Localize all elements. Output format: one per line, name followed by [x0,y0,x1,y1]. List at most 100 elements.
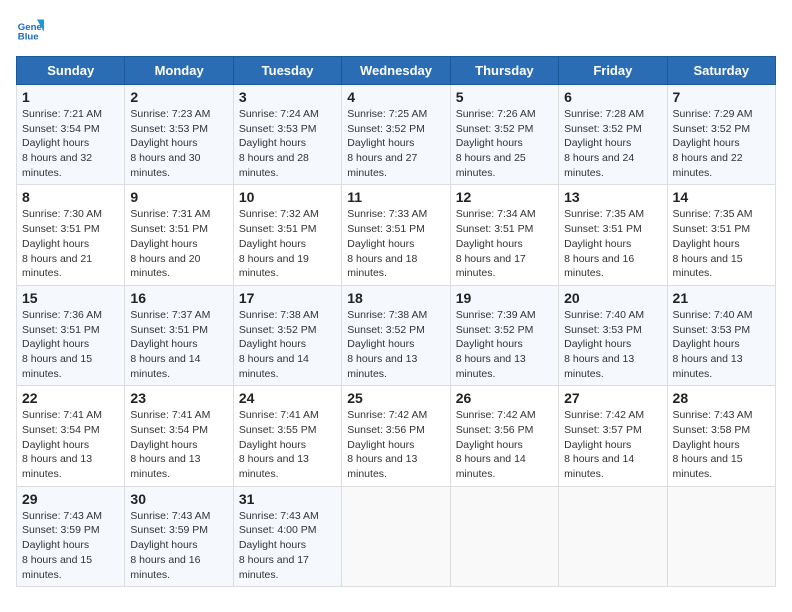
calendar-cell: 1 Sunrise: 7:21 AMSunset: 3:54 PMDayligh… [17,85,125,185]
col-header-tuesday: Tuesday [233,57,341,85]
calendar-cell: 31 Sunrise: 7:43 AMSunset: 4:00 PMDaylig… [233,486,341,586]
calendar-row: 8 Sunrise: 7:30 AMSunset: 3:51 PMDayligh… [17,185,776,285]
day-info: Sunrise: 7:42 AMSunset: 3:57 PMDaylight … [564,409,644,480]
calendar-cell: 21 Sunrise: 7:40 AMSunset: 3:53 PMDaylig… [667,285,775,385]
calendar-row: 1 Sunrise: 7:21 AMSunset: 3:54 PMDayligh… [17,85,776,185]
svg-text:Blue: Blue [18,32,39,43]
logo-icon: General Blue [16,16,44,44]
calendar-cell: 30 Sunrise: 7:43 AMSunset: 3:59 PMDaylig… [125,486,233,586]
col-header-thursday: Thursday [450,57,558,85]
day-info: Sunrise: 7:28 AMSunset: 3:52 PMDaylight … [564,108,644,179]
day-info: Sunrise: 7:31 AMSunset: 3:51 PMDaylight … [130,208,210,279]
calendar-cell: 5 Sunrise: 7:26 AMSunset: 3:52 PMDayligh… [450,85,558,185]
calendar-cell: 2 Sunrise: 7:23 AMSunset: 3:53 PMDayligh… [125,85,233,185]
calendar-cell: 16 Sunrise: 7:37 AMSunset: 3:51 PMDaylig… [125,285,233,385]
calendar-cell: 11 Sunrise: 7:33 AMSunset: 3:51 PMDaylig… [342,185,450,285]
calendar-cell: 23 Sunrise: 7:41 AMSunset: 3:54 PMDaylig… [125,386,233,486]
day-number: 3 [239,89,336,105]
day-number: 1 [22,89,119,105]
day-number: 19 [456,290,553,306]
calendar-cell: 26 Sunrise: 7:42 AMSunset: 3:56 PMDaylig… [450,386,558,486]
calendar-cell: 14 Sunrise: 7:35 AMSunset: 3:51 PMDaylig… [667,185,775,285]
calendar-cell: 3 Sunrise: 7:24 AMSunset: 3:53 PMDayligh… [233,85,341,185]
day-info: Sunrise: 7:43 AMSunset: 3:59 PMDaylight … [130,510,210,581]
day-number: 5 [456,89,553,105]
col-header-wednesday: Wednesday [342,57,450,85]
day-number: 7 [673,89,770,105]
day-info: Sunrise: 7:39 AMSunset: 3:52 PMDaylight … [456,309,536,380]
day-info: Sunrise: 7:29 AMSunset: 3:52 PMDaylight … [673,108,753,179]
calendar-cell: 25 Sunrise: 7:42 AMSunset: 3:56 PMDaylig… [342,386,450,486]
col-header-monday: Monday [125,57,233,85]
calendar-cell [667,486,775,586]
day-number: 9 [130,189,227,205]
calendar-cell: 7 Sunrise: 7:29 AMSunset: 3:52 PMDayligh… [667,85,775,185]
day-info: Sunrise: 7:30 AMSunset: 3:51 PMDaylight … [22,208,102,279]
day-number: 17 [239,290,336,306]
day-number: 25 [347,390,444,406]
day-info: Sunrise: 7:43 AMSunset: 3:59 PMDaylight … [22,510,102,581]
calendar-cell: 8 Sunrise: 7:30 AMSunset: 3:51 PMDayligh… [17,185,125,285]
day-number: 11 [347,189,444,205]
day-info: Sunrise: 7:38 AMSunset: 3:52 PMDaylight … [347,309,427,380]
day-number: 22 [22,390,119,406]
day-number: 12 [456,189,553,205]
calendar-row: 15 Sunrise: 7:36 AMSunset: 3:51 PMDaylig… [17,285,776,385]
calendar-cell: 29 Sunrise: 7:43 AMSunset: 3:59 PMDaylig… [17,486,125,586]
day-info: Sunrise: 7:38 AMSunset: 3:52 PMDaylight … [239,309,319,380]
calendar-cell: 20 Sunrise: 7:40 AMSunset: 3:53 PMDaylig… [559,285,667,385]
calendar-cell [559,486,667,586]
day-number: 13 [564,189,661,205]
day-info: Sunrise: 7:41 AMSunset: 3:55 PMDaylight … [239,409,319,480]
day-number: 28 [673,390,770,406]
calendar-cell: 9 Sunrise: 7:31 AMSunset: 3:51 PMDayligh… [125,185,233,285]
day-info: Sunrise: 7:41 AMSunset: 3:54 PMDaylight … [130,409,210,480]
calendar-cell: 13 Sunrise: 7:35 AMSunset: 3:51 PMDaylig… [559,185,667,285]
day-info: Sunrise: 7:26 AMSunset: 3:52 PMDaylight … [456,108,536,179]
day-info: Sunrise: 7:25 AMSunset: 3:52 PMDaylight … [347,108,427,179]
day-info: Sunrise: 7:23 AMSunset: 3:53 PMDaylight … [130,108,210,179]
day-number: 27 [564,390,661,406]
calendar-cell: 12 Sunrise: 7:34 AMSunset: 3:51 PMDaylig… [450,185,558,285]
day-number: 16 [130,290,227,306]
calendar-cell [342,486,450,586]
day-info: Sunrise: 7:40 AMSunset: 3:53 PMDaylight … [673,309,753,380]
day-info: Sunrise: 7:34 AMSunset: 3:51 PMDaylight … [456,208,536,279]
calendar-cell: 18 Sunrise: 7:38 AMSunset: 3:52 PMDaylig… [342,285,450,385]
day-info: Sunrise: 7:42 AMSunset: 3:56 PMDaylight … [456,409,536,480]
day-info: Sunrise: 7:42 AMSunset: 3:56 PMDaylight … [347,409,427,480]
day-info: Sunrise: 7:24 AMSunset: 3:53 PMDaylight … [239,108,319,179]
day-info: Sunrise: 7:35 AMSunset: 3:51 PMDaylight … [564,208,644,279]
day-number: 15 [22,290,119,306]
day-number: 31 [239,491,336,507]
day-number: 2 [130,89,227,105]
calendar-row: 22 Sunrise: 7:41 AMSunset: 3:54 PMDaylig… [17,386,776,486]
day-number: 30 [130,491,227,507]
day-number: 8 [22,189,119,205]
day-number: 10 [239,189,336,205]
calendar-cell: 6 Sunrise: 7:28 AMSunset: 3:52 PMDayligh… [559,85,667,185]
calendar-cell: 28 Sunrise: 7:43 AMSunset: 3:58 PMDaylig… [667,386,775,486]
day-number: 14 [673,189,770,205]
day-info: Sunrise: 7:35 AMSunset: 3:51 PMDaylight … [673,208,753,279]
day-info: Sunrise: 7:40 AMSunset: 3:53 PMDaylight … [564,309,644,380]
day-number: 6 [564,89,661,105]
calendar-table: SundayMondayTuesdayWednesdayThursdayFrid… [16,56,776,587]
calendar-row: 29 Sunrise: 7:43 AMSunset: 3:59 PMDaylig… [17,486,776,586]
col-header-sunday: Sunday [17,57,125,85]
calendar-cell: 27 Sunrise: 7:42 AMSunset: 3:57 PMDaylig… [559,386,667,486]
col-header-friday: Friday [559,57,667,85]
day-info: Sunrise: 7:32 AMSunset: 3:51 PMDaylight … [239,208,319,279]
calendar-cell: 22 Sunrise: 7:41 AMSunset: 3:54 PMDaylig… [17,386,125,486]
col-header-saturday: Saturday [667,57,775,85]
calendar-cell [450,486,558,586]
calendar-cell: 15 Sunrise: 7:36 AMSunset: 3:51 PMDaylig… [17,285,125,385]
calendar-cell: 19 Sunrise: 7:39 AMSunset: 3:52 PMDaylig… [450,285,558,385]
day-info: Sunrise: 7:43 AMSunset: 3:58 PMDaylight … [673,409,753,480]
day-info: Sunrise: 7:41 AMSunset: 3:54 PMDaylight … [22,409,102,480]
page-header: General Blue [16,16,776,44]
calendar-cell: 4 Sunrise: 7:25 AMSunset: 3:52 PMDayligh… [342,85,450,185]
day-info: Sunrise: 7:43 AMSunset: 4:00 PMDaylight … [239,510,319,581]
day-info: Sunrise: 7:36 AMSunset: 3:51 PMDaylight … [22,309,102,380]
calendar-cell: 24 Sunrise: 7:41 AMSunset: 3:55 PMDaylig… [233,386,341,486]
